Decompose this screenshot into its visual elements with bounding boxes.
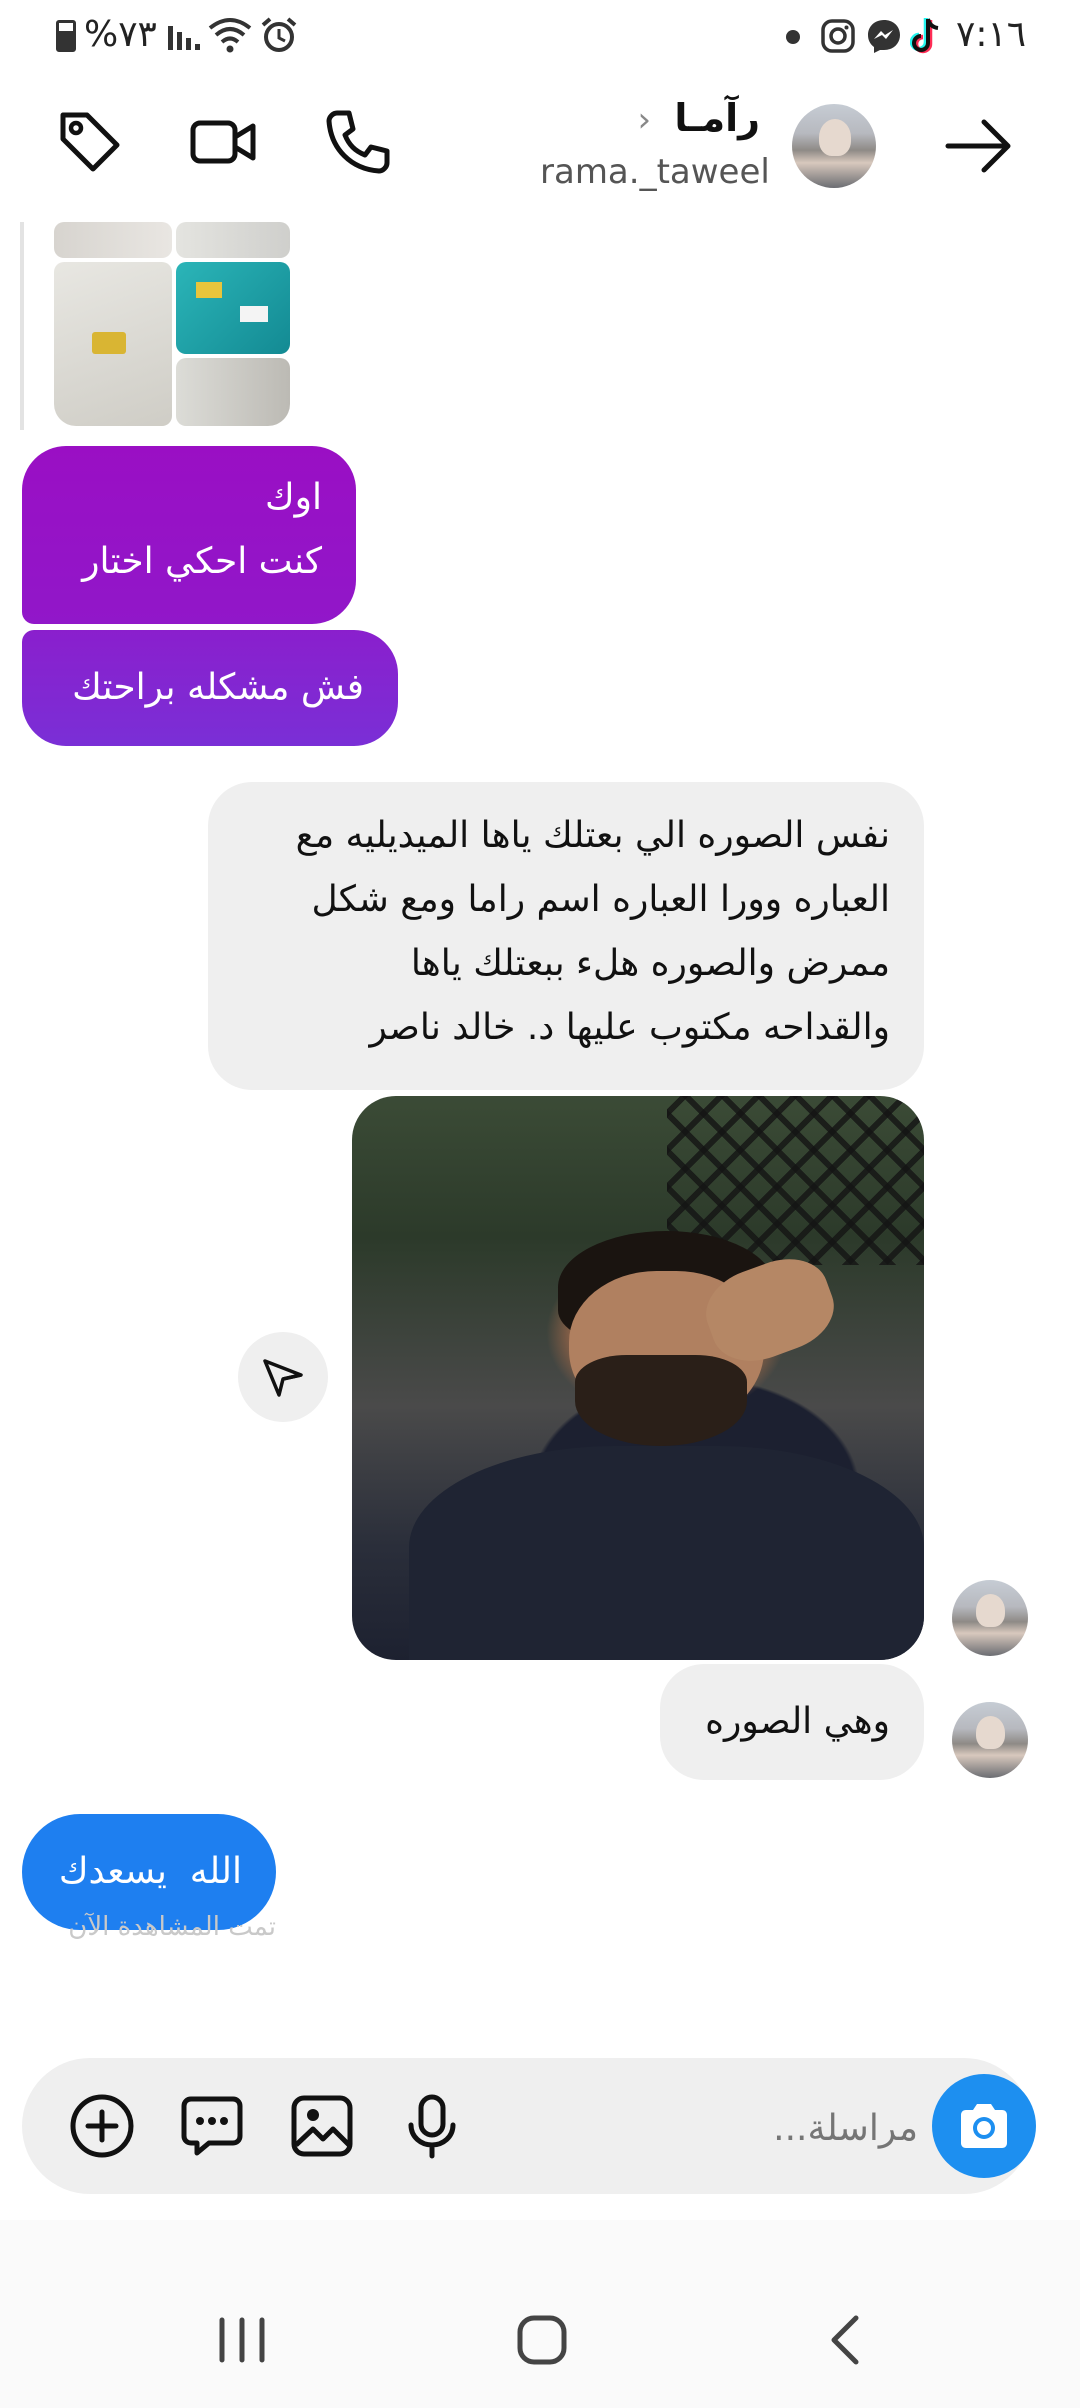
message-composer [22,2058,1036,2194]
camera-icon [961,2104,1007,2148]
signal-icon [168,26,200,50]
wifi-icon [208,18,252,53]
contact-username: rama._taweel [540,152,770,192]
message-line: والقداحه مكتوب عليها د. خالد ناصر [369,1007,890,1048]
alarm-icon [261,17,297,52]
message-bubble-incoming[interactable]: نفس الصوره الي بعتلك ياها الميديليه مع ا… [208,782,924,1090]
camera-button[interactable] [932,2074,1036,2178]
message-line: فش مشكله براحتك [72,667,364,708]
message-bubble-outgoing[interactable]: فش مشكله براحتك [22,630,398,746]
back-nav-icon[interactable] [818,2312,874,2368]
seen-status: تمت المشاهدة الآن [68,1912,276,1942]
messenger-icon [868,20,900,53]
message-line: ممرض والصوره هلء ببعتلك ياها [410,943,890,984]
instagram-icon [821,19,855,53]
sticker-button[interactable] [176,2090,248,2162]
message-line: اوك [264,477,322,518]
chevron-icon: ‹ [637,100,652,140]
back-arrow-icon[interactable] [944,116,1014,176]
battery-icon [56,20,76,52]
share-button[interactable] [238,1332,328,1422]
message-line: نفس الصوره الي بعتلك ياها الميديليه مع [295,815,890,856]
header-avatar[interactable] [792,104,876,188]
message-line: كنت احكي اختار [82,541,322,582]
grid-thumb [54,262,172,426]
tiktok-icon [910,18,939,54]
recent-apps-icon[interactable] [212,2312,272,2368]
message-line: الله يسعدك [58,1851,242,1892]
mic-button[interactable] [396,2090,468,2162]
shared-image-grid[interactable] [54,222,290,426]
sender-avatar[interactable] [952,1580,1028,1656]
contact-info[interactable]: رآمـا ‹ rama._taweel [540,92,770,202]
phone-icon[interactable] [318,102,398,182]
status-time: ٧:١٦ [956,14,1027,55]
plus-button[interactable] [66,2090,138,2162]
chat-bubble-icon [181,2096,243,2156]
message-input[interactable] [502,2092,920,2164]
grid-thumb [176,262,290,354]
battery-percent: %٧٣ [84,14,157,55]
mic-icon [408,2094,456,2159]
home-icon[interactable] [512,2310,572,2370]
grid-thumb [176,358,290,426]
grid-thumb [176,222,290,258]
video-call-icon[interactable] [184,102,264,182]
reply-line [20,222,24,430]
message-bubble-incoming[interactable]: وهي الصوره [660,1664,924,1780]
gallery-icon [291,2095,353,2157]
system-nav-bar [0,2220,1080,2408]
contact-name: رآمـا [674,96,760,140]
plus-icon [70,2094,134,2158]
message-line: العباره وورا العباره اسم راما ومع شكل [311,879,890,920]
tag-icon[interactable] [50,102,130,182]
chat-header: رآمـا ‹ rama._taweel [0,72,1080,222]
message-photo[interactable] [352,1096,924,1660]
status-bar: %٧٣ ٧:١٦ [0,0,1080,72]
message-line: وهي الصوره [705,1701,890,1742]
sender-avatar[interactable] [952,1702,1028,1778]
notification-dot-icon [786,30,800,44]
message-bubble-outgoing[interactable]: اوك كنت احكي اختار [22,446,356,624]
send-icon [263,1359,303,1397]
gallery-button[interactable] [286,2090,358,2162]
grid-thumb [54,222,172,258]
